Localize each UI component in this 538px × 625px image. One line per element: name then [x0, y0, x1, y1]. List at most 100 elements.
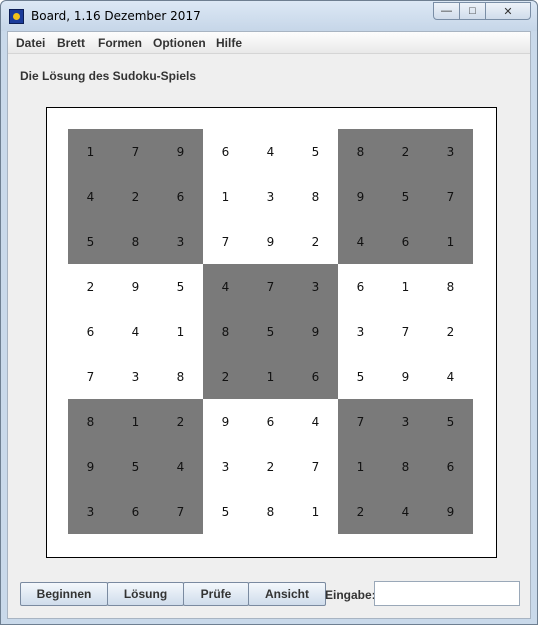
sudoku-cell[interactable]: 1	[383, 264, 428, 309]
sudoku-cell[interactable]: 5	[428, 399, 473, 444]
sudoku-cell[interactable]: 7	[68, 354, 113, 399]
sudoku-cell[interactable]: 9	[113, 264, 158, 309]
sudoku-cell[interactable]: 8	[158, 354, 203, 399]
sudoku-cell[interactable]: 3	[338, 309, 383, 354]
minimize-icon: —	[441, 5, 452, 17]
menu-datei[interactable]: Datei	[16, 36, 45, 50]
sudoku-cell[interactable]: 3	[158, 219, 203, 264]
sudoku-cell[interactable]: 9	[203, 399, 248, 444]
sudoku-cell[interactable]: 4	[428, 354, 473, 399]
sudoku-cell[interactable]: 4	[383, 489, 428, 534]
sudoku-cell[interactable]: 2	[158, 399, 203, 444]
sudoku-cell[interactable]: 7	[428, 174, 473, 219]
sudoku-cell[interactable]: 7	[383, 309, 428, 354]
sudoku-cell[interactable]: 6	[338, 264, 383, 309]
sudoku-cell[interactable]: 6	[158, 174, 203, 219]
sudoku-cell[interactable]: 9	[428, 489, 473, 534]
sudoku-cell[interactable]: 3	[383, 399, 428, 444]
sudoku-cell[interactable]: 8	[203, 309, 248, 354]
pruefe-button[interactable]: Prüfe	[183, 582, 249, 606]
maximize-icon: □	[469, 5, 476, 17]
sudoku-cell[interactable]: 6	[383, 219, 428, 264]
minimize-button[interactable]: —	[433, 2, 460, 20]
sudoku-cell[interactable]: 9	[293, 309, 338, 354]
sudoku-cell[interactable]: 5	[338, 354, 383, 399]
sudoku-cell[interactable]: 8	[68, 399, 113, 444]
sudoku-cell[interactable]: 9	[383, 354, 428, 399]
sudoku-cell[interactable]: 2	[293, 219, 338, 264]
sudoku-cell[interactable]: 9	[248, 219, 293, 264]
sudoku-cell[interactable]: 8	[428, 264, 473, 309]
sudoku-board-frame: 1796458234261389575837924612954736186418…	[46, 107, 497, 558]
sudoku-cell[interactable]: 6	[248, 399, 293, 444]
sudoku-cell[interactable]: 2	[338, 489, 383, 534]
sudoku-cell[interactable]: 8	[293, 174, 338, 219]
sudoku-cell[interactable]: 9	[338, 174, 383, 219]
sudoku-cell[interactable]: 3	[203, 444, 248, 489]
sudoku-cell[interactable]: 3	[68, 489, 113, 534]
sudoku-cell[interactable]: 9	[158, 129, 203, 174]
sudoku-cell[interactable]: 7	[113, 129, 158, 174]
eingabe-input[interactable]	[374, 581, 520, 606]
sudoku-cell[interactable]: 7	[293, 444, 338, 489]
sudoku-cell[interactable]: 4	[248, 129, 293, 174]
title-bar[interactable]: Board, 1.16 Dezember 2017 — □ ✕	[1, 1, 537, 31]
sudoku-cell[interactable]: 1	[113, 399, 158, 444]
menu-optionen[interactable]: Optionen	[153, 36, 206, 50]
sudoku-cell[interactable]: 8	[338, 129, 383, 174]
sudoku-cell[interactable]: 8	[113, 219, 158, 264]
sudoku-cell[interactable]: 4	[338, 219, 383, 264]
sudoku-cell[interactable]: 6	[293, 354, 338, 399]
sudoku-cell[interactable]: 4	[293, 399, 338, 444]
sudoku-cell[interactable]: 8	[383, 444, 428, 489]
sudoku-cell[interactable]: 4	[68, 174, 113, 219]
sudoku-cell[interactable]: 5	[383, 174, 428, 219]
maximize-button[interactable]: □	[459, 2, 486, 20]
sudoku-cell[interactable]: 2	[68, 264, 113, 309]
sudoku-cell[interactable]: 2	[113, 174, 158, 219]
menu-hilfe[interactable]: Hilfe	[216, 36, 242, 50]
loesung-button[interactable]: Lösung	[107, 582, 184, 606]
sudoku-cell[interactable]: 2	[428, 309, 473, 354]
sudoku-cell[interactable]: 7	[248, 264, 293, 309]
beginnen-button[interactable]: Beginnen	[20, 582, 108, 606]
sudoku-cell[interactable]: 2	[248, 444, 293, 489]
sudoku-cell[interactable]: 1	[293, 489, 338, 534]
sudoku-cell[interactable]: 3	[428, 129, 473, 174]
ansicht-button[interactable]: Ansicht	[248, 582, 326, 606]
menu-brett[interactable]: Brett	[57, 36, 85, 50]
sudoku-cell[interactable]: 4	[113, 309, 158, 354]
sudoku-cell[interactable]: 6	[68, 309, 113, 354]
sudoku-cell[interactable]: 6	[203, 129, 248, 174]
sudoku-cell[interactable]: 7	[158, 489, 203, 534]
sudoku-cell[interactable]: 1	[428, 219, 473, 264]
menu-formen[interactable]: Formen	[98, 36, 142, 50]
sudoku-cell[interactable]: 1	[338, 444, 383, 489]
sudoku-cell[interactable]: 1	[158, 309, 203, 354]
sudoku-cell[interactable]: 5	[248, 309, 293, 354]
sudoku-cell[interactable]: 1	[68, 129, 113, 174]
sudoku-cell[interactable]: 7	[338, 399, 383, 444]
sudoku-cell[interactable]: 4	[158, 444, 203, 489]
sudoku-cell[interactable]: 2	[203, 354, 248, 399]
sudoku-cell[interactable]: 1	[248, 354, 293, 399]
sudoku-cell[interactable]: 9	[68, 444, 113, 489]
sudoku-cell[interactable]: 3	[293, 264, 338, 309]
sudoku-cell[interactable]: 7	[203, 219, 248, 264]
sudoku-cell[interactable]: 3	[113, 354, 158, 399]
sudoku-cell[interactable]: 3	[248, 174, 293, 219]
sudoku-cell[interactable]: 5	[293, 129, 338, 174]
eingabe-label: Eingabe:	[325, 588, 376, 602]
sudoku-cell[interactable]: 6	[113, 489, 158, 534]
sudoku-cell[interactable]: 5	[68, 219, 113, 264]
sudoku-cell[interactable]: 2	[383, 129, 428, 174]
sudoku-cell[interactable]: 5	[158, 264, 203, 309]
sudoku-cell[interactable]: 5	[113, 444, 158, 489]
button-bar: Beginnen Lösung Prüfe Ansicht	[20, 582, 326, 606]
sudoku-cell[interactable]: 8	[248, 489, 293, 534]
sudoku-cell[interactable]: 5	[203, 489, 248, 534]
sudoku-cell[interactable]: 1	[203, 174, 248, 219]
close-button[interactable]: ✕	[485, 2, 531, 20]
sudoku-cell[interactable]: 6	[428, 444, 473, 489]
sudoku-cell[interactable]: 4	[203, 264, 248, 309]
